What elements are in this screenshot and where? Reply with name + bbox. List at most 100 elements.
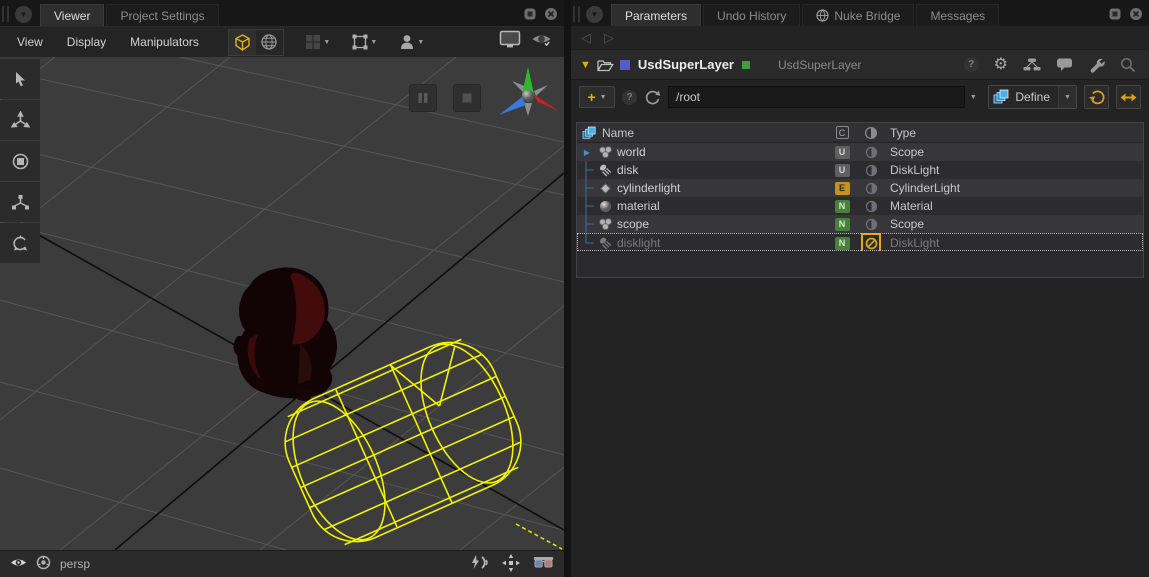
material-sphere-icon	[597, 199, 614, 214]
camera-person-button[interactable]: ▼	[398, 30, 425, 55]
node-state-swatch	[742, 61, 750, 69]
x-axis-cone	[533, 94, 559, 111]
orbit-tool-button[interactable]	[0, 223, 40, 263]
chevron-down-icon[interactable]: ▼	[1058, 86, 1076, 108]
tree-connector	[580, 197, 594, 215]
column-name-label[interactable]: Name	[602, 126, 634, 140]
activation-column-icon[interactable]	[864, 126, 878, 140]
geometry-cube-toggle[interactable]	[229, 30, 256, 55]
revert-icon[interactable]	[644, 89, 661, 106]
stereo-3d-button[interactable]	[533, 556, 554, 572]
path-dropdown-icon[interactable]: ▼	[965, 94, 981, 101]
monitor-output-button[interactable]	[499, 30, 521, 54]
stop-icon	[461, 92, 473, 104]
translate-icon	[11, 111, 30, 130]
selection-marquee-button[interactable]: ▼	[351, 30, 378, 55]
pause-button[interactable]	[409, 84, 437, 112]
tree-row-disk[interactable]: disk U DiskLight	[577, 161, 1143, 179]
translate-tool-button[interactable]	[0, 100, 40, 140]
pane-menu-button[interactable]: ▼	[586, 6, 603, 23]
rotate-icon	[11, 152, 30, 171]
visibility-eye-button[interactable]	[531, 31, 552, 53]
stop-button[interactable]	[453, 84, 481, 112]
add-prim-button[interactable]: + ▼	[579, 86, 615, 108]
deactivated-highlight-box[interactable]	[861, 233, 881, 253]
tab-project-settings[interactable]: Project Settings	[106, 4, 218, 26]
activation-toggle-icon[interactable]	[865, 182, 878, 195]
close-pane-icon[interactable]	[543, 6, 558, 21]
tab-viewer-label: Viewer	[54, 9, 90, 23]
latch-to-node-button[interactable]	[1084, 85, 1109, 109]
tab-viewer[interactable]: Viewer	[40, 4, 104, 26]
chevron-down-icon: ▼	[417, 39, 424, 46]
column-type-label[interactable]: Type	[887, 126, 1143, 140]
menu-manipulators[interactable]: Manipulators	[121, 35, 208, 49]
orbit-icon	[11, 234, 30, 253]
panel-splitter[interactable]	[564, 0, 571, 577]
tree-connector	[580, 234, 594, 252]
rotate-tool-button[interactable]	[0, 141, 40, 181]
tree-row-material[interactable]: material N Material	[577, 197, 1143, 215]
pane-menu-button[interactable]: ▼	[15, 6, 32, 23]
layout-quad-button[interactable]: ▼	[304, 30, 331, 55]
node-type-label: UsdSuperLayer	[778, 58, 861, 72]
close-pane-icon[interactable]	[1128, 6, 1143, 21]
snapshot-button[interactable]	[469, 555, 489, 573]
camera-select-button[interactable]	[36, 555, 51, 573]
search-icon[interactable]	[1120, 57, 1136, 73]
activation-toggle-icon[interactable]	[865, 200, 878, 213]
panel-drag-grip[interactable]	[2, 6, 9, 22]
render-transport	[409, 84, 481, 112]
pan-arrows-icon	[502, 554, 520, 572]
gear-icon[interactable]: ⚙	[994, 57, 1008, 73]
help-icon[interactable]: ?	[964, 57, 979, 72]
wrench-icon[interactable]	[1088, 56, 1105, 73]
tree-row-world[interactable]: ▶ world U Scope	[577, 143, 1143, 161]
character-model	[234, 268, 338, 402]
activation-toggle-icon[interactable]	[865, 164, 878, 177]
tab-messages-label: Messages	[930, 9, 985, 23]
tree-header-row: Name C Type	[577, 123, 1143, 143]
scale-tool-button[interactable]	[0, 182, 40, 222]
swap-sync-button[interactable]	[1116, 85, 1141, 109]
tree-row-cylinderlight[interactable]: cylinderlight E CylinderLight	[577, 179, 1143, 197]
folder-icon	[597, 58, 614, 72]
collapse-triangle-icon[interactable]: ▼	[580, 59, 591, 71]
maximize-pane-icon[interactable]	[1107, 6, 1122, 21]
help-icon[interactable]: ?	[622, 90, 637, 105]
eye-icon	[10, 556, 27, 569]
prim-path-input[interactable]	[668, 86, 965, 108]
panel-drag-grip[interactable]	[573, 6, 580, 22]
pan-mode-button[interactable]	[502, 554, 520, 575]
node-graph-icon[interactable]	[1023, 58, 1041, 71]
z-axis-cone	[499, 97, 526, 115]
viewport-3d[interactable]	[0, 57, 564, 550]
specifier-dropdown[interactable]: Define ▼	[988, 85, 1077, 109]
camera-name-label[interactable]: persp	[60, 557, 90, 571]
expand-triangle-icon[interactable]: ▶	[580, 148, 594, 157]
tab-parameters[interactable]: Parameters	[611, 4, 701, 26]
column-composition-icon[interactable]: C	[836, 126, 849, 139]
nav-forward-icon[interactable]: ▷	[604, 30, 614, 46]
diamond-prim-icon	[597, 181, 614, 196]
maximize-pane-icon[interactable]	[522, 6, 537, 21]
world-globe-toggle[interactable]	[256, 30, 283, 55]
activation-toggle-icon[interactable]	[865, 146, 878, 159]
tree-row-scope[interactable]: scope N Scope	[577, 215, 1143, 233]
parameters-tabbar: ▼ Parameters Undo History Nuke Bridge Me…	[571, 0, 1149, 26]
menu-display[interactable]: Display	[58, 35, 115, 49]
activation-toggle-icon[interactable]	[865, 218, 878, 231]
nav-back-icon[interactable]: ◁	[581, 30, 591, 46]
tree-row-disklight[interactable]: disklight N DiskLight	[577, 233, 1143, 251]
select-tool-button[interactable]	[0, 59, 40, 99]
camera-visibility-toggle[interactable]	[10, 556, 27, 572]
menu-view[interactable]: View	[8, 35, 52, 49]
axis-orientation-gizmo[interactable]	[497, 65, 559, 127]
comment-bubble-icon[interactable]	[1056, 57, 1073, 72]
usd-layers-icon	[993, 89, 1010, 105]
tab-messages[interactable]: Messages	[916, 4, 999, 26]
tab-undo-history-label: Undo History	[717, 9, 786, 23]
tab-project-settings-label: Project Settings	[120, 9, 204, 23]
tab-undo-history[interactable]: Undo History	[703, 4, 800, 26]
tab-nuke-bridge[interactable]: Nuke Bridge	[802, 4, 914, 26]
